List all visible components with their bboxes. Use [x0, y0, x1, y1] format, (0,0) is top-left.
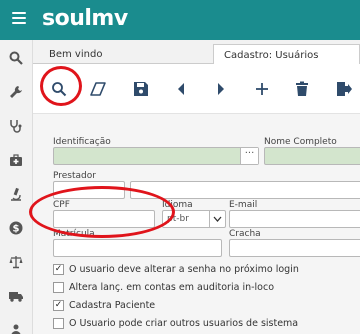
delete-icon[interactable] — [291, 78, 313, 100]
app-logo: soulmv — [42, 6, 128, 31]
checkbox-label: O usuario deve alterar a senha no próxim… — [69, 263, 299, 275]
menu-icon[interactable] — [12, 12, 26, 24]
checkbox-label: Cadastra Paciente — [69, 299, 156, 311]
wrench-icon[interactable] — [8, 84, 24, 100]
eraser-icon[interactable] — [87, 78, 109, 100]
cracha-label: Cracha — [229, 229, 261, 239]
search-icon[interactable] — [8, 50, 24, 66]
cpf-label: CPF — [53, 200, 70, 210]
checkbox-label: Altera lanç. em contas em auditoria in-l… — [69, 281, 275, 293]
top-bar: soulmv — [0, 0, 360, 40]
matricula-field[interactable] — [53, 239, 222, 257]
checkbox[interactable]: ✓ — [53, 263, 64, 275]
nome-completo-field[interactable] — [264, 147, 360, 165]
medkit-icon[interactable] — [8, 152, 24, 168]
svg-text:$: $ — [13, 224, 20, 235]
prestador-name-field[interactable] — [130, 181, 360, 199]
idioma-select[interactable]: pt-br — [162, 210, 226, 228]
prestador-code-field[interactable] — [53, 181, 125, 199]
checkbox-cadastra-paciente[interactable]: ✓ Cadastra Paciente — [53, 298, 155, 312]
add-icon[interactable] — [251, 78, 273, 100]
checkbox-alterar-senha[interactable]: ✓ O usuario deve alterar a senha no próx… — [53, 262, 299, 276]
idioma-label: Idioma — [162, 200, 193, 210]
cracha-field[interactable] — [229, 239, 360, 257]
nome-completo-label: Nome Completo — [264, 137, 337, 147]
chevron-down-icon[interactable] — [209, 211, 225, 227]
identificacao-field[interactable]: ··· — [53, 147, 259, 165]
identificacao-label: Identificação — [53, 137, 111, 147]
truck-icon[interactable] — [8, 288, 24, 304]
email-field[interactable] — [229, 210, 360, 228]
sidebar: $ — [0, 40, 33, 334]
user-icon[interactable] — [8, 322, 24, 334]
checkbox-criar-usuarios[interactable]: O Usuario pode criar outros usuarios de … — [53, 316, 298, 330]
tab-bar: Bem vindo Cadastro: Usuários — [33, 40, 360, 65]
email-label: E-mail — [229, 200, 258, 210]
checkbox-label: O Usuario pode criar outros usuarios de … — [69, 317, 299, 329]
tab-cadastro-usuarios[interactable]: Cadastro: Usuários — [213, 44, 360, 65]
prev-icon[interactable] — [170, 78, 192, 100]
next-icon[interactable] — [210, 78, 232, 100]
checkbox[interactable] — [53, 281, 64, 293]
dollar-icon[interactable]: $ — [8, 220, 24, 236]
prestador-label: Prestador — [53, 171, 96, 181]
stethoscope-icon[interactable] — [8, 118, 24, 134]
toolbar — [33, 64, 360, 114]
user-form: Identificação ··· Nome Completo Prestado… — [33, 114, 360, 334]
scale-icon[interactable] — [8, 254, 24, 270]
exit-icon[interactable] — [333, 78, 355, 100]
matricula-label: Matrícula — [53, 229, 95, 239]
cpf-field[interactable] — [53, 210, 155, 228]
microscope-icon[interactable] — [8, 186, 24, 202]
tab-bem-vindo[interactable]: Bem vindo — [39, 44, 112, 65]
lookup-button[interactable]: ··· — [240, 148, 258, 164]
idioma-value: pt-br — [167, 214, 189, 224]
search-icon[interactable] — [48, 78, 70, 100]
checkbox[interactable]: ✓ — [53, 299, 64, 311]
save-icon[interactable] — [130, 78, 152, 100]
checkbox[interactable] — [53, 317, 64, 329]
checkbox-altera-lancamento[interactable]: Altera lanç. em contas em auditoria in-l… — [53, 280, 274, 294]
